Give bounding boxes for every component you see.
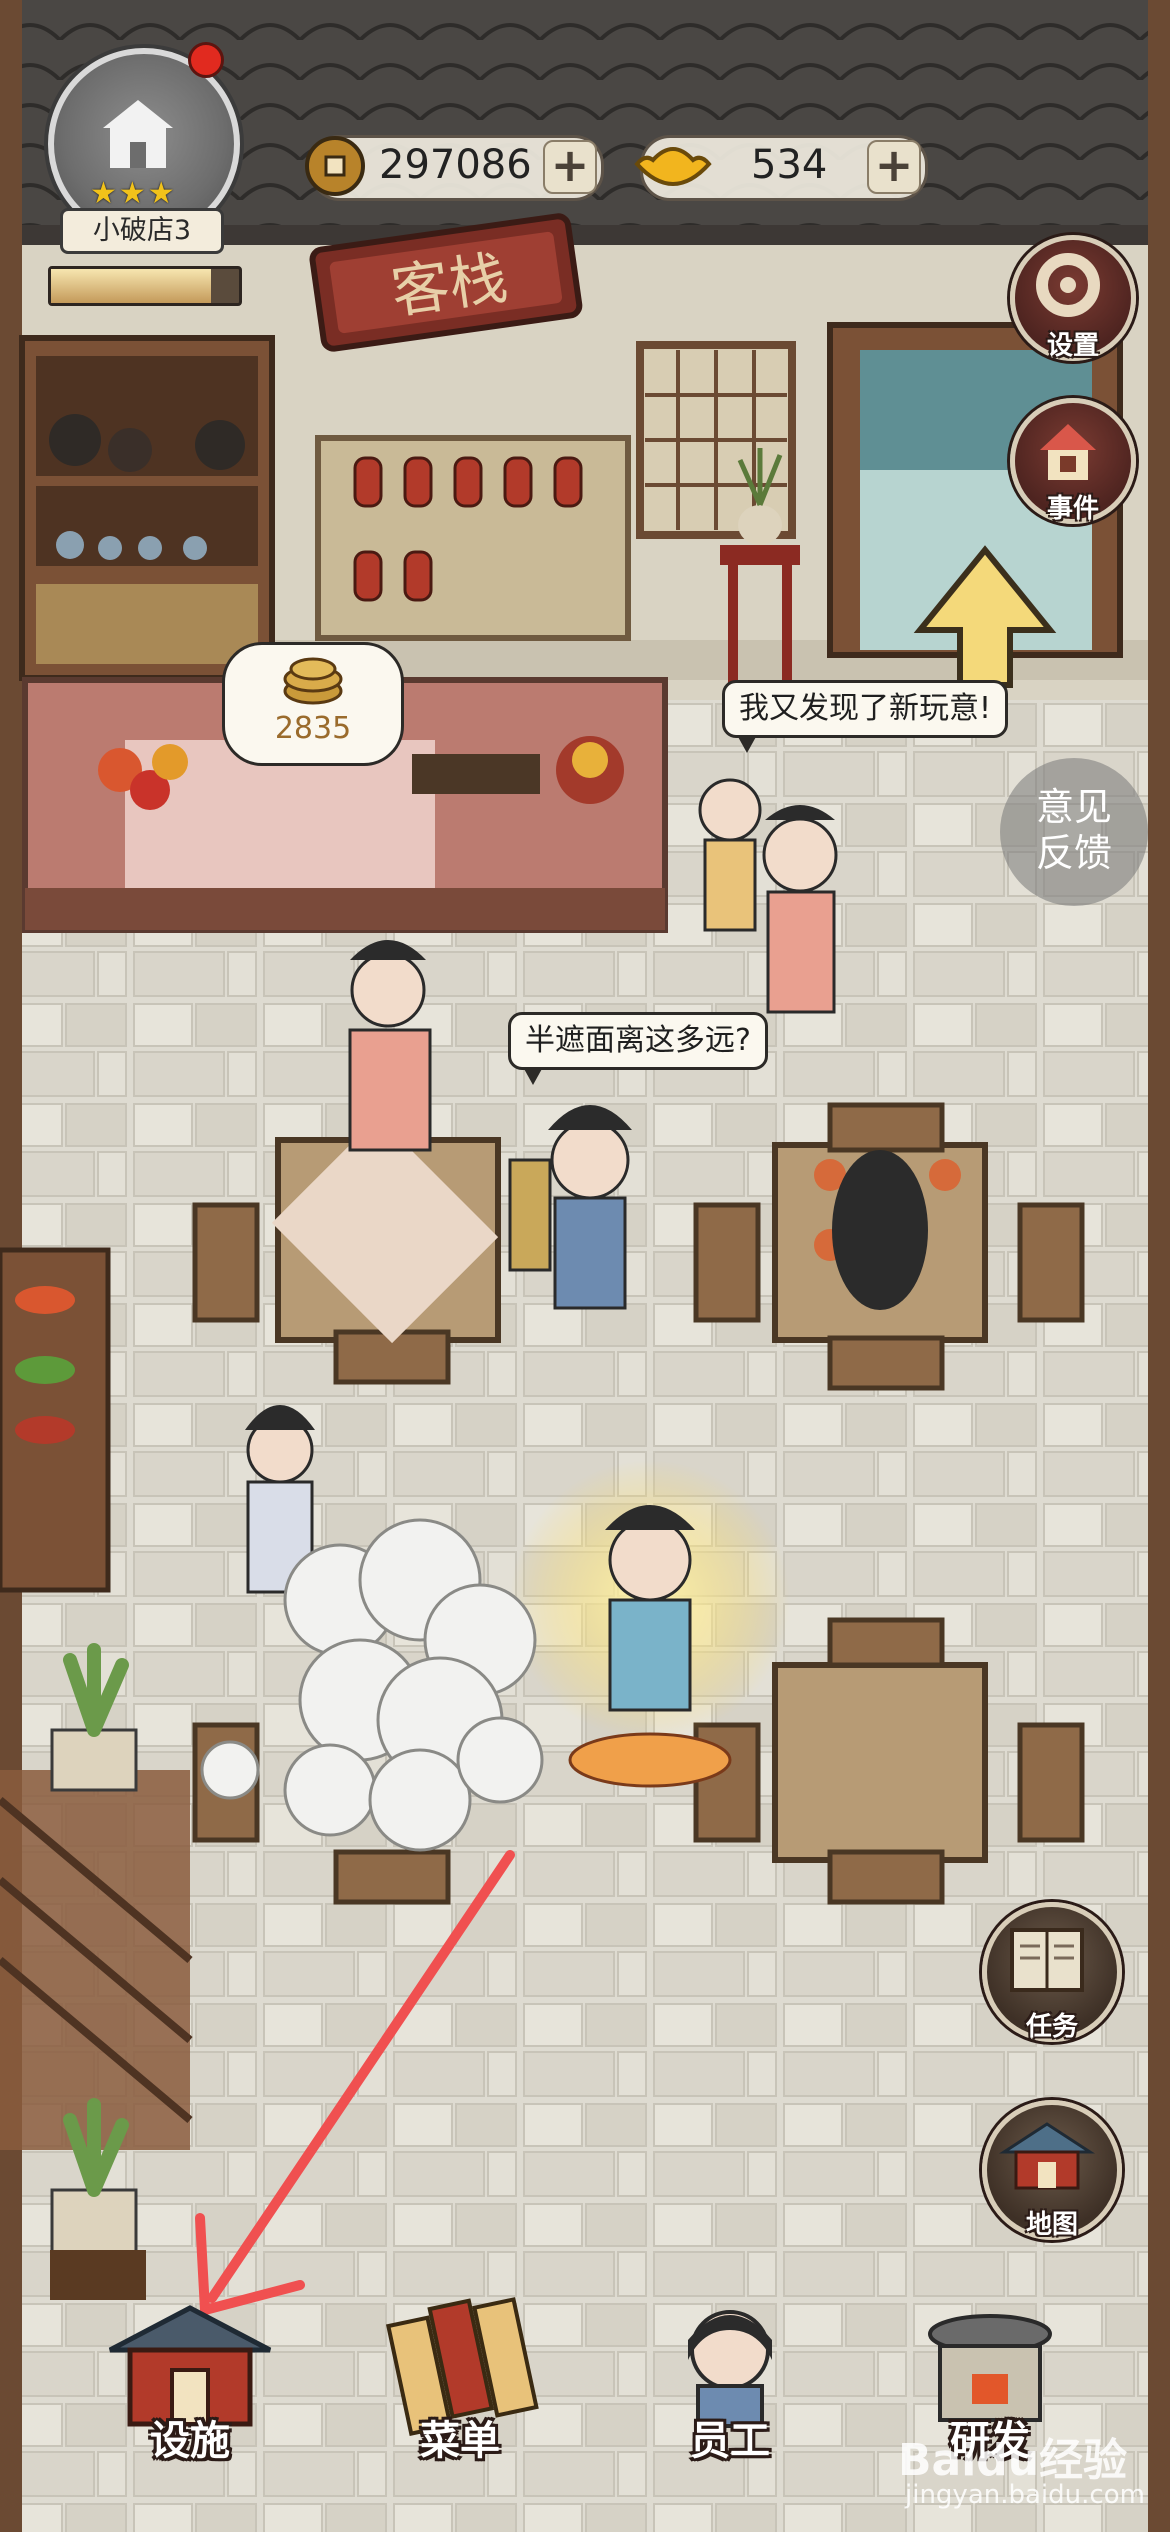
store-name: 小破店3	[60, 208, 224, 254]
tasks-button[interactable]: 任务	[982, 1902, 1122, 2042]
coin-stack-icon	[283, 657, 343, 705]
nav-staff-label: 员工	[690, 2418, 770, 2464]
map-label: 地图	[1025, 2210, 1078, 2240]
gold-ingot-icon	[634, 147, 712, 186]
store-stars: ★★★	[90, 176, 177, 211]
ingot-counter: 534 +	[634, 135, 928, 201]
notification-dot	[188, 42, 224, 78]
add-coins-button[interactable]: +	[543, 140, 597, 194]
tasks-label: 任务	[1025, 2012, 1078, 2042]
earnings-value: 2835	[274, 711, 352, 746]
nav-menu-label: 菜单	[420, 2418, 500, 2464]
map-button[interactable]: 地图	[982, 2100, 1122, 2240]
feedback-button[interactable]: 意见 反馈	[1000, 758, 1148, 906]
events-button[interactable]: 事件	[1010, 398, 1136, 524]
watermark-brand: Baidu经验	[898, 2435, 1128, 2486]
coin-counter: 297086 +	[305, 135, 604, 201]
nav-facilities-label: 设施	[150, 2418, 230, 2464]
nav-staff-button[interactable]: 员工	[640, 2290, 820, 2480]
nav-facilities-button[interactable]: 设施	[100, 2290, 280, 2480]
settings-label: 设置	[1046, 331, 1099, 361]
coin-value: 297086	[379, 142, 532, 188]
copper-coin-icon	[305, 136, 365, 196]
ingot-value: 534	[751, 142, 828, 188]
settings-button[interactable]: 设置	[1010, 235, 1136, 361]
nav-menu-button[interactable]: 菜单	[370, 2290, 550, 2480]
store-progress-fill	[51, 269, 211, 303]
store-progress-bar	[48, 266, 242, 306]
earnings-bubble[interactable]: 2835	[222, 642, 404, 766]
speech-bubble-1: 我又发现了新玩意!	[722, 680, 1009, 753]
feedback-label-line1: 意见	[1035, 785, 1112, 829]
speech-bubble-2: 半遮面离这多远?	[508, 1012, 768, 1085]
feedback-label-line2: 反馈	[1035, 831, 1112, 875]
add-ingots-button[interactable]: +	[867, 140, 921, 194]
events-label: 事件	[1046, 494, 1099, 524]
watermark-url: jingyan.baidu.com	[905, 2480, 1145, 2510]
